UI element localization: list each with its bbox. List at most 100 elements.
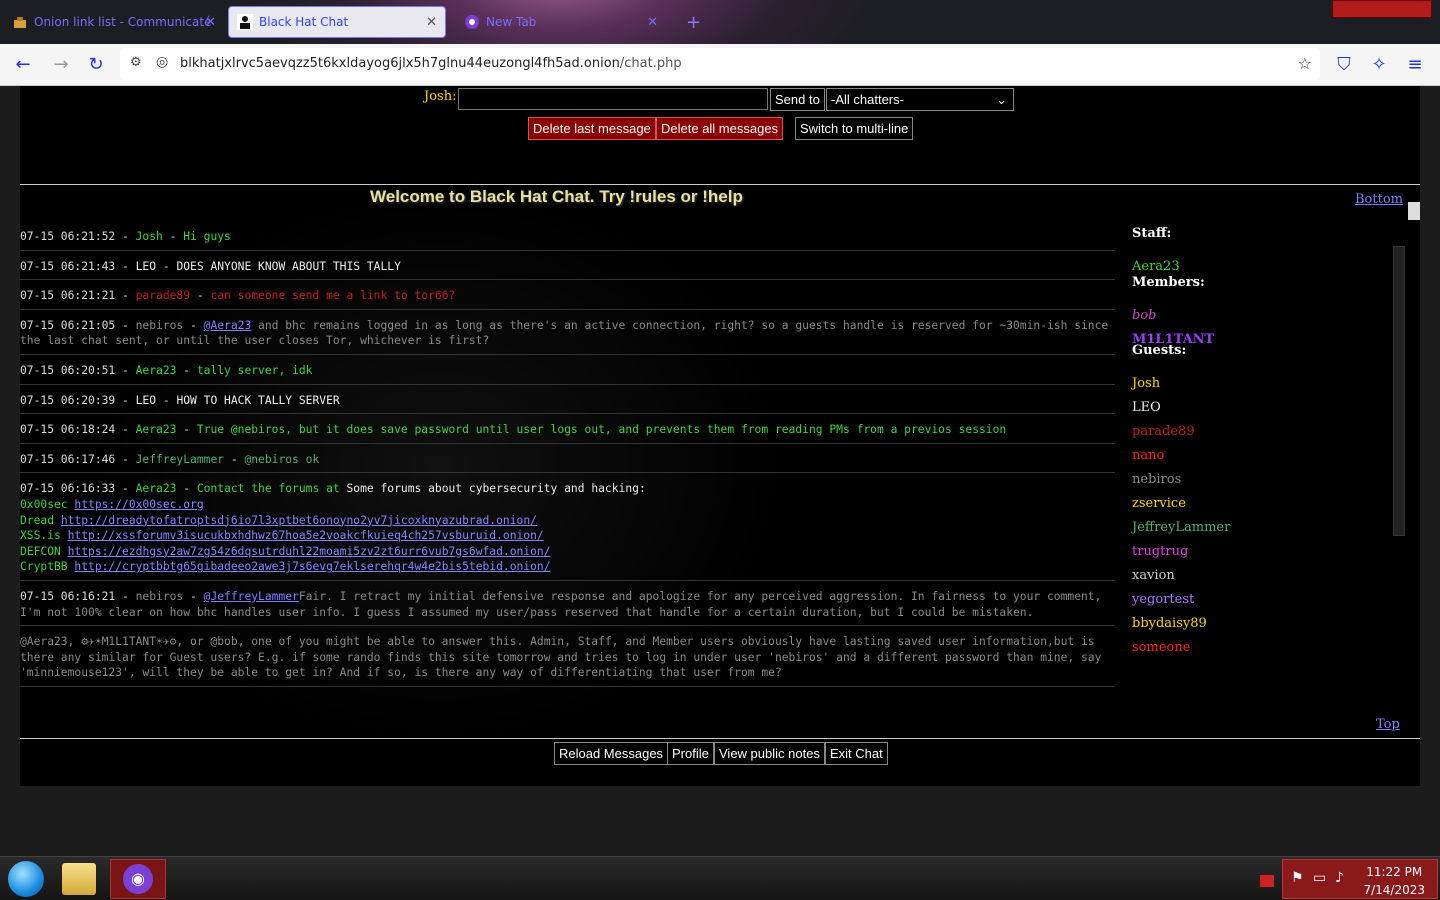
message-author[interactable]: Aera23 (136, 364, 177, 377)
user-group-heading: Members: (1132, 275, 1205, 290)
tab-onion-link-list[interactable]: Onion link list - Communicaté ✕ (4, 6, 224, 38)
forum-link[interactable]: http://cryptbbtg65gibadeeo2awe3j7s6evg7e… (74, 560, 550, 573)
forward-arrow-icon[interactable]: → (50, 54, 72, 75)
chat-message: 07-15 06:21:43 - LEO - DOES ANYONE KNOW … (20, 258, 1115, 281)
tor-browser-taskbar-button[interactable]: ◉ (110, 859, 166, 899)
message-mention[interactable]: @Aera23 (204, 319, 252, 332)
message-mention[interactable]: @JeffreyLammer (204, 590, 299, 603)
top-link[interactable]: Top (1376, 717, 1400, 732)
start-orb-icon[interactable] (8, 861, 44, 897)
welcome-banner: Welcome to Black Hat Chat. Try !rules or… (370, 187, 743, 206)
forum-link[interactable]: http://xssforumv3isucukbxhdhwz67hoa5e2vo… (68, 529, 544, 542)
message-timestamp: 07-15 06:17:46 (20, 452, 116, 466)
message-text: DOES ANYONE KNOW ABOUT THIS TALLY (176, 259, 401, 273)
forum-name: DEFCON (20, 544, 61, 558)
user-list-item[interactable]: bob (1132, 308, 1392, 323)
tab-label: Onion link list - Communicaté (34, 15, 212, 29)
message-text: True @nebiros, but it does save password… (196, 423, 1007, 437)
shield-icon[interactable]: ⛉ (1333, 54, 1355, 75)
extensions-icon[interactable]: ✧ (1368, 54, 1390, 75)
flag-icon[interactable]: ⚑ (1291, 870, 1304, 886)
message-timestamp: 07-15 06:18:24 (20, 423, 116, 437)
user-list-item[interactable]: nano (1132, 448, 1392, 463)
user-list-item[interactable]: zservice (1132, 496, 1392, 511)
message-author[interactable]: nebiros (136, 590, 184, 603)
message-text: Hi guys (183, 230, 231, 243)
taskbar: ◉ ⚑ ▭ ♪ 11:22 PM 7/14/2023 (0, 856, 1440, 900)
message-author[interactable]: LEO (136, 260, 156, 273)
view-public-notes-button[interactable]: View public notes (714, 742, 825, 765)
message-author[interactable]: Aera23 (136, 482, 177, 495)
message-scrollbar[interactable] (1390, 186, 1410, 738)
tab-label: Black Hat Chat (259, 15, 349, 29)
send-to-button[interactable]: Send to (770, 88, 825, 111)
close-tab-icon[interactable]: ✕ (647, 15, 658, 30)
tor-icon: ◉ (123, 864, 153, 894)
user-list-item[interactable]: someone (1132, 640, 1392, 655)
delete-all-messages-button[interactable]: Delete all messages (656, 117, 784, 140)
exit-chat-button[interactable]: Exit Chat (825, 742, 888, 765)
forum-link[interactable]: http://dreadytofatroptsdj6io7l3xptbet6on… (61, 514, 537, 527)
message-author[interactable]: JeffreyLammer (136, 453, 224, 466)
post-form: Josh: Send to -All chatters- ⌄ Delete la… (20, 86, 1420, 186)
chat-message: 07-15 06:17:46 - JeffreyLammer - @nebiro… (20, 451, 1115, 474)
bookmark-star-icon[interactable]: ☆ (1298, 54, 1312, 73)
profile-button[interactable]: Profile (667, 742, 714, 765)
reload-messages-button[interactable]: Reload Messages (554, 742, 669, 765)
recipient-select[interactable]: -All chatters- ⌄ (826, 88, 1014, 111)
reload-icon[interactable]: ↻ (85, 54, 107, 75)
tray-alert-icon[interactable] (1260, 875, 1274, 887)
onion-lock-icon[interactable]: ◎ (156, 54, 168, 70)
forum-link[interactable]: https://ezdhgsy2aw7zg54z6dqsutrduhl22moa… (68, 545, 551, 558)
delete-last-message-button[interactable]: Delete last message (528, 117, 656, 140)
user-list: Staff: Aera23 Members: bob M1L1TANT Guests: Jo… (1132, 226, 1392, 726)
user-list-item[interactable]: nebiros (1132, 472, 1392, 487)
new-tab-plus-icon[interactable]: + (686, 12, 701, 33)
message-text: tally server, idk (196, 363, 313, 377)
message-input[interactable] (458, 88, 768, 110)
user-list-item[interactable]: bbydaisy89 (1132, 616, 1392, 631)
nickname-label: Josh: (424, 89, 457, 104)
menu-icon[interactable]: ≡ (1404, 54, 1426, 75)
frame-scrollbar[interactable] (1408, 186, 1420, 738)
forum-link[interactable]: https://0x00sec.org (74, 498, 203, 511)
url-bar[interactable]: ⚙ ◎ blkhatjxlrvc5aevqzz5t6kxldayog6jlx5h… (120, 48, 1320, 80)
message-author[interactable]: nebiros (136, 319, 184, 332)
message-author[interactable]: Aera23 (136, 423, 177, 436)
message-author[interactable]: parade89 (136, 289, 190, 302)
back-arrow-icon[interactable]: ← (12, 54, 34, 75)
message-text: and bhc remains logged in as long as the… (20, 318, 1115, 348)
forum-name: 0x00sec (20, 497, 68, 511)
switch-multiline-button[interactable]: Switch to multi-line (795, 117, 914, 140)
clock[interactable]: 11:22 PM 7/14/2023 (1363, 863, 1425, 899)
user-list-item[interactable]: LEO (1132, 400, 1392, 415)
message-author[interactable]: LEO (136, 394, 156, 407)
scrollbar-thumb[interactable] (1393, 246, 1405, 536)
scrollbar-thumb[interactable] (1408, 202, 1420, 220)
close-tab-icon[interactable]: ✕ (426, 15, 437, 30)
message-author[interactable]: Josh (136, 230, 163, 243)
volume-icon[interactable]: ♪ (1335, 870, 1344, 886)
user-list-item[interactable]: yegortest (1132, 592, 1392, 607)
message-text: HOW TO HACK TALLY SERVER (176, 393, 340, 407)
network-icon[interactable]: ▭ (1313, 870, 1326, 886)
folder-icon[interactable] (62, 863, 96, 895)
close-tab-icon[interactable]: ✕ (205, 15, 216, 30)
tab-new-tab[interactable]: New Tab ✕ (456, 6, 666, 38)
user-list-item[interactable]: xavion (1132, 568, 1392, 583)
site-settings-icon[interactable]: ⚙ (130, 55, 142, 70)
window-controls[interactable] (1332, 0, 1432, 18)
user-list-item[interactable]: JeffreyLammer (1132, 520, 1392, 535)
chat-message: 07-15 06:21:52 - Josh - Hi guys (20, 228, 1115, 251)
user-list-item[interactable]: Aera23 (1132, 259, 1392, 274)
user-list-item[interactable]: trugtrug (1132, 544, 1392, 559)
chat-message: 07-15 06:16:21 - nebiros - @JeffreyLamme… (20, 588, 1115, 627)
user-group-heading: Staff: (1132, 226, 1172, 241)
tab-black-hat-chat[interactable]: Black Hat Chat ✕ (228, 6, 446, 38)
clock-time: 11:22 PM (1366, 865, 1423, 879)
divider (20, 738, 1420, 739)
user-list-item[interactable]: parade89 (1132, 424, 1392, 439)
message-text: can someone send me a link to tor66? (210, 289, 456, 303)
message-timestamp: 07-15 06:20:51 (20, 363, 116, 377)
user-list-item[interactable]: Josh (1132, 376, 1392, 391)
